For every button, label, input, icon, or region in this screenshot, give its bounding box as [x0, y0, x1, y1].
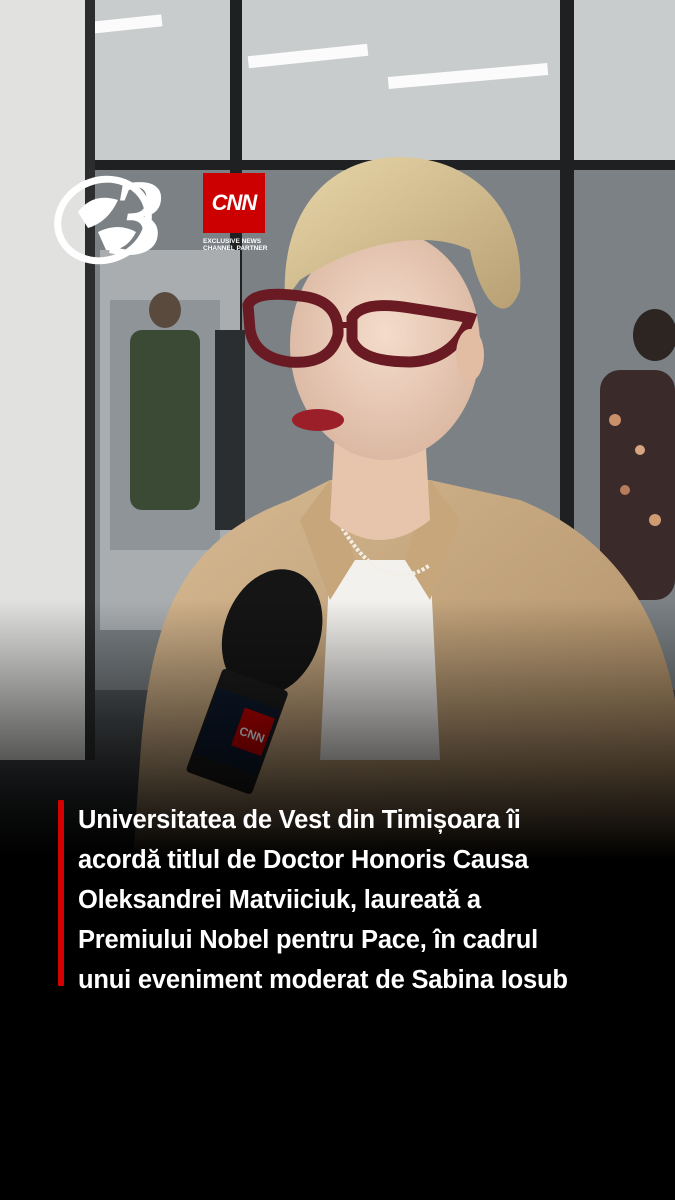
caption-line: Premiului Nobel pentru Pace, în cadrul	[78, 926, 539, 954]
caption-line: Universitatea de Vest din Timișoara îi	[78, 806, 521, 834]
partner-tagline: EXCLUSIVE NEWS CHANNEL PARTNER	[203, 238, 268, 252]
caption-accent-bar	[58, 800, 64, 986]
video-frame: CNN 3 CNN EXCLUSIVE NEWS CHANNEL PARTNER…	[0, 0, 675, 1200]
caption-line: acordă titlul de Doctor Honoris Causa	[78, 846, 529, 874]
cnn-logo: CNN	[203, 173, 265, 233]
caption-text: Universitatea de Vest din Timișoara îi a…	[78, 800, 568, 1000]
caption-line: unui eveniment moderat de Sabina Iosub	[78, 966, 568, 994]
news-caption: Universitatea de Vest din Timișoara îi a…	[58, 800, 670, 1000]
antena-3-logo: 3	[48, 162, 198, 272]
svg-text:3: 3	[109, 162, 164, 272]
cnn-logo-text: CNN	[211, 190, 258, 215]
caption-line: Oleksandrei Matviiciuk, laureată a	[78, 886, 481, 914]
